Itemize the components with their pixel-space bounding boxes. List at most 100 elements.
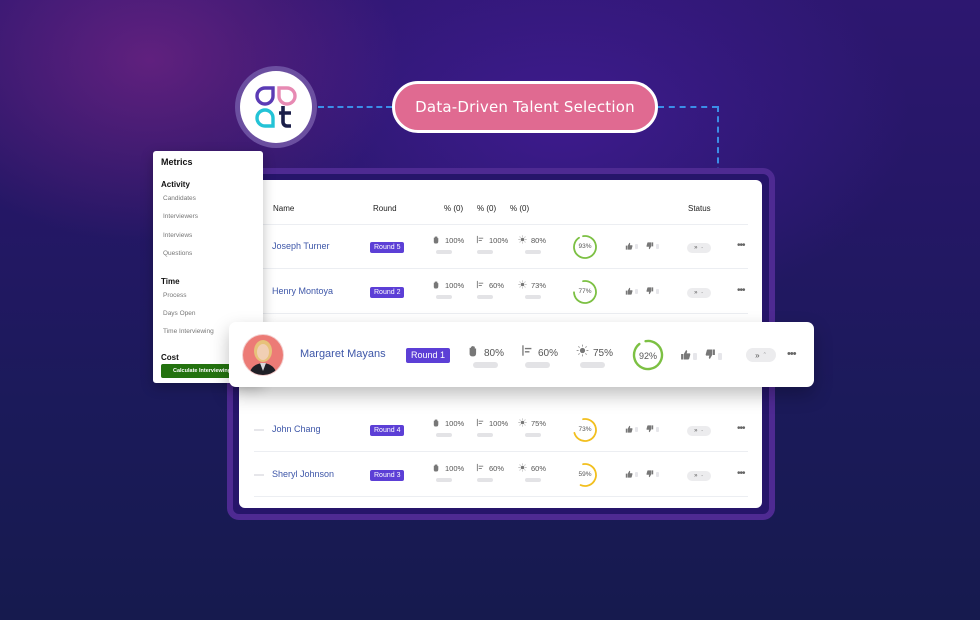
metric-3-value: 80%: [531, 236, 547, 245]
metric-3: 60%: [518, 463, 546, 473]
metric-1-value: 100%: [445, 419, 465, 428]
metric-2-bar: [477, 433, 493, 437]
align-left-icon: [476, 418, 485, 428]
metric-3-value: 60%: [531, 464, 547, 473]
metric-2: 100%: [476, 418, 508, 428]
table-row[interactable]: Henry Montoya Round 2 100% 60% 73% 77% »…: [254, 270, 748, 314]
metric-3: 75%: [518, 418, 546, 428]
downvote-count: [656, 427, 660, 433]
metric-1-value: 100%: [445, 281, 465, 290]
status-caret-icon: ⌃: [762, 352, 767, 358]
status-icon: »: [755, 350, 760, 360]
sun-icon: [518, 235, 527, 245]
thumbs-up-icon[interactable]: [680, 350, 691, 361]
thumbs-up-icon[interactable]: [625, 287, 633, 296]
score-label: 93%: [578, 243, 592, 250]
candidate-name[interactable]: John Chang: [272, 424, 321, 434]
header-metric-2[interactable]: % (0): [477, 204, 496, 213]
table-row[interactable]: Joseph Turner Round 5 100% 100% 80% 93% …: [254, 225, 748, 269]
upvote-count: [635, 427, 638, 433]
candidate-name[interactable]: Sheryl Johnson: [272, 469, 334, 479]
thumbs-up-icon[interactable]: [625, 242, 633, 251]
thumbs-down-icon[interactable]: [646, 242, 654, 251]
votes: [625, 470, 665, 479]
more-options-icon[interactable]: •••: [737, 240, 745, 251]
header-metric-1[interactable]: % (0): [444, 204, 463, 213]
more-options-icon[interactable]: •••: [737, 423, 745, 434]
round-badge: Round 3: [370, 470, 405, 481]
sun-icon: [518, 463, 527, 473]
metric-3-bar: [525, 433, 541, 437]
thumbs-down-icon[interactable]: [705, 349, 716, 361]
metric-1: 100%: [432, 418, 464, 428]
candidate-name[interactable]: Margaret Mayans: [300, 348, 386, 360]
more-options-icon[interactable]: •••: [737, 285, 745, 296]
more-options-icon[interactable]: •••: [737, 468, 745, 479]
round-badge: Round 5: [370, 242, 405, 253]
votes: [625, 242, 665, 251]
header-name[interactable]: Name: [273, 204, 294, 213]
metric-1: 100%: [432, 280, 464, 290]
hand-icon: [432, 235, 441, 245]
sidebar-item-time-interviewing[interactable]: Time Interviewing: [163, 328, 214, 335]
downvote-count: [656, 244, 660, 250]
metric-1-bar: [436, 295, 452, 299]
status-dropdown[interactable]: » ⌃: [687, 243, 711, 253]
upvote-count: [635, 472, 638, 478]
metric-3: 75%: [576, 344, 613, 359]
sidebar-item-process[interactable]: Process: [163, 292, 186, 299]
metric-3: 80%: [518, 235, 546, 245]
candidate-name[interactable]: Henry Montoya: [272, 286, 333, 296]
highlighted-candidate-row[interactable]: Margaret Mayans Round 1 80% 60% 75% 92% …: [229, 322, 814, 387]
thumbs-up-icon[interactable]: [625, 425, 633, 434]
thumbs-up-icon[interactable]: [625, 470, 633, 479]
thumbs-down-icon[interactable]: [646, 470, 654, 479]
sun-icon: [576, 344, 589, 359]
hand-icon: [432, 463, 441, 473]
more-options-icon[interactable]: •••: [787, 348, 797, 360]
metric-1-bar: [436, 478, 452, 482]
hand-icon: [432, 280, 441, 290]
sidebar-item-interviews[interactable]: Interviews: [163, 232, 192, 239]
upvote-count: [635, 289, 638, 295]
sun-icon: [518, 418, 527, 428]
metric-1-bar: [436, 433, 452, 437]
upvote-count: [635, 244, 638, 250]
downvote-count: [718, 353, 723, 361]
header-metric-3[interactable]: % (0): [510, 204, 529, 213]
votes: [625, 425, 665, 434]
table-row[interactable]: John Chang Round 4 100% 100% 75% 73% » ⌃ …: [254, 408, 748, 452]
metric-2-value: 100%: [489, 236, 509, 245]
round-badge: Round 2: [370, 287, 405, 298]
sidebar-item-questions[interactable]: Questions: [163, 250, 192, 257]
align-left-icon: [521, 344, 534, 359]
status-dropdown[interactable]: » ⌃: [687, 471, 711, 481]
status-dropdown[interactable]: » ⌃: [687, 288, 711, 298]
sidebar-item-days-open[interactable]: Days Open: [163, 310, 196, 317]
thumbs-down-icon[interactable]: [646, 425, 654, 434]
table-header: Name Round % (0) % (0) % (0) Status: [239, 200, 762, 220]
status-dropdown[interactable]: » ⌃: [687, 426, 711, 436]
sidebar-heading-time: Time: [161, 277, 180, 286]
table-row[interactable]: Sheryl Johnson Round 3 100% 60% 60% 59% …: [254, 453, 748, 497]
metric-2-bar: [477, 478, 493, 482]
banner-title: Data-Driven Talent Selection: [415, 98, 635, 116]
downvote-count: [656, 289, 660, 295]
header-status[interactable]: Status: [688, 204, 711, 213]
sidebar-item-candidates[interactable]: Candidates: [163, 195, 196, 202]
header-round[interactable]: Round: [373, 204, 397, 213]
metric-1-bar: [436, 250, 452, 254]
thumbs-down-icon[interactable]: [646, 287, 654, 296]
drag-handle-icon[interactable]: [254, 429, 264, 431]
metric-2-value: 60%: [489, 281, 505, 290]
metric-3-value: 75%: [531, 419, 547, 428]
candidate-name[interactable]: Joseph Turner: [272, 241, 330, 251]
status-icon: »: [694, 428, 698, 434]
status-dropdown[interactable]: » ⌃: [746, 348, 776, 362]
hand-icon: [432, 418, 441, 428]
sidebar-item-interviewers[interactable]: Interviewers: [163, 213, 198, 220]
metric-3-bar: [525, 478, 541, 482]
status-icon: »: [694, 473, 698, 479]
drag-handle-icon[interactable]: [254, 474, 264, 476]
status-icon: »: [694, 245, 698, 251]
